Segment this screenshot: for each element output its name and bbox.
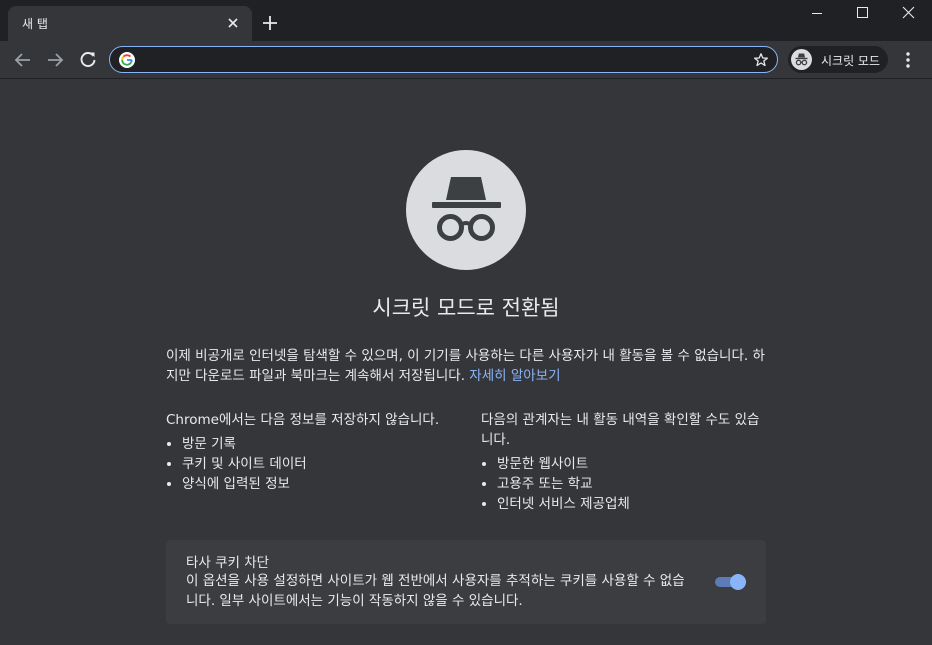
- back-arrow-icon[interactable]: [12, 49, 34, 71]
- reload-icon[interactable]: [77, 49, 99, 71]
- intro-paragraph: 이제 비공개로 인터넷을 탐색할 수 있으며, 이 기기를 사용하는 다른 사용…: [166, 346, 766, 386]
- visible-to-list: 방문한 웹사이트 고용주 또는 학교 인터넷 서비스 제공업체: [481, 454, 766, 514]
- list-item: 양식에 입력된 정보: [182, 474, 451, 494]
- maximize-icon[interactable]: [840, 0, 886, 28]
- more-menu-icon[interactable]: [899, 49, 917, 71]
- third-party-cookie-card: 타사 쿠키 차단 이 옵션을 사용 설정하면 사이트가 웹 전반에서 사용자를 …: [166, 540, 766, 624]
- learn-more-link[interactable]: 자세히 알아보기: [469, 368, 560, 384]
- intro-text: 이제 비공개로 인터넷을 탐색할 수 있으며, 이 기기를 사용하는 다른 사용…: [166, 348, 765, 384]
- forward-arrow-icon[interactable]: [44, 49, 66, 71]
- visible-to-title: 다음의 관계자는 내 활동 내역을 확인할 수도 있습니다.: [481, 412, 760, 448]
- profile-label: 시크릿 모드: [821, 54, 881, 68]
- bookmark-star-icon[interactable]: [753, 52, 769, 68]
- list-item: 방문 기록: [182, 434, 451, 454]
- page-heading: 시크릿 모드로 전환됨: [372, 296, 560, 320]
- omnibox[interactable]: [109, 46, 778, 73]
- block-cookies-toggle[interactable]: [715, 573, 747, 591]
- incognito-icon: [791, 49, 812, 70]
- toggle-knob: [730, 574, 746, 590]
- not-saved-list: 방문 기록 쿠키 및 사이트 데이터 양식에 입력된 정보: [166, 434, 451, 494]
- google-g-icon: [119, 52, 135, 68]
- tab-close-icon[interactable]: [225, 15, 241, 31]
- not-saved-title: Chrome에서는 다음 정보를 저장하지 않습니다.: [166, 412, 440, 428]
- cookie-card-description: 이 옵션을 사용 설정하면 사이트가 웹 전반에서 사용자를 추적하는 쿠키를 …: [186, 573, 685, 609]
- incognito-hero-icon: [406, 150, 526, 270]
- visible-to-column: 다음의 관계자는 내 활동 내역을 확인할 수도 있습니다. 방문한 웹사이트 …: [481, 410, 766, 514]
- list-item: 고용주 또는 학교: [497, 474, 766, 494]
- not-saved-column: Chrome에서는 다음 정보를 저장하지 않습니다. 방문 기록 쿠키 및 사…: [166, 410, 451, 494]
- minimize-icon[interactable]: [794, 0, 840, 28]
- tab-strip: 새 탭: [0, 0, 932, 41]
- tab-title: 새 탭: [22, 17, 48, 31]
- address-input[interactable]: [142, 51, 736, 70]
- tab-new-tab[interactable]: 새 탭: [8, 6, 252, 41]
- list-item: 인터넷 서비스 제공업체: [497, 494, 766, 514]
- close-icon[interactable]: [886, 0, 932, 28]
- cookie-card-title: 타사 쿠키 차단: [186, 555, 270, 571]
- list-item: 방문한 웹사이트: [497, 454, 766, 474]
- new-tab-plus-icon[interactable]: [260, 13, 280, 33]
- incognito-profile-button[interactable]: 시크릿 모드: [788, 46, 888, 73]
- list-item: 쿠키 및 사이트 데이터: [182, 454, 451, 474]
- toolbar: 시크릿 모드: [0, 41, 932, 79]
